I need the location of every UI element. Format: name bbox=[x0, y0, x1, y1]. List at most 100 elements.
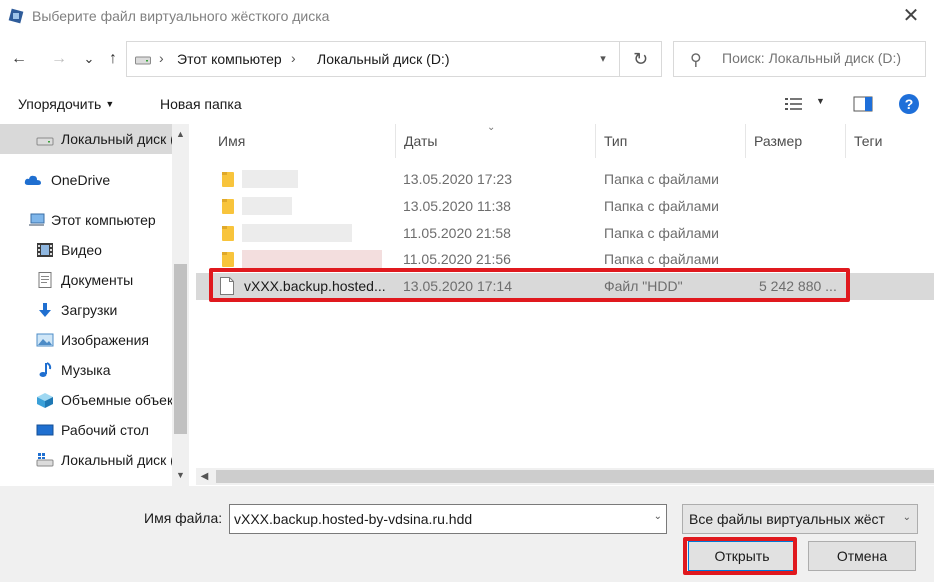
title-bar: Выберите файл виртуального жёсткого диск… bbox=[0, 0, 934, 34]
window-title: Выберите файл виртуального жёсткого диск… bbox=[32, 8, 330, 24]
3d-objects-icon bbox=[37, 393, 53, 408]
blurred-folder-name bbox=[242, 224, 352, 242]
sidebar-item-pictures[interactable]: Изображения bbox=[0, 325, 172, 355]
breadcrumb-this-pc[interactable]: Этот компьютер bbox=[177, 51, 282, 67]
file-type-select[interactable]: Все файлы виртуальных жёстких дисков ⌄ bbox=[682, 504, 918, 534]
search-input[interactable] bbox=[722, 50, 922, 66]
search-box[interactable]: ⚲ bbox=[673, 41, 926, 77]
sidebar-item-label: Документы bbox=[61, 272, 134, 288]
virtualbox-app-icon bbox=[8, 8, 24, 24]
sidebar-item-label: Видео bbox=[61, 242, 102, 258]
file-list: Имя Даты ⌄ Тип Размер Теги 13.05.2020 17… bbox=[196, 122, 934, 486]
view-options-icon[interactable] bbox=[784, 96, 804, 112]
navigation-pane: Локальный диск (D:) OneDrive Этот компью… bbox=[0, 124, 190, 486]
blurred-folder-name bbox=[242, 197, 292, 215]
table-row[interactable]: 13.05.2020 11:38 Папка с файлами bbox=[196, 193, 934, 220]
blurred-folder-name bbox=[242, 170, 298, 188]
sort-chevron-icon: ⌄ bbox=[487, 122, 496, 133]
command-toolbar: Упорядочить ▼ Новая папка ▼ bbox=[0, 86, 934, 124]
video-icon bbox=[37, 243, 53, 257]
onedrive-cloud-icon bbox=[24, 175, 41, 185]
scroll-up-arrow-icon[interactable]: ▲ bbox=[172, 126, 189, 143]
recent-locations-chevron-icon[interactable]: ⌄ bbox=[78, 48, 100, 70]
refresh-icon[interactable]: ↻ bbox=[619, 42, 661, 76]
sidebar-item-this-pc[interactable]: Этот компьютер bbox=[0, 205, 172, 235]
chevron-down-icon: ⌄ bbox=[902, 512, 911, 523]
address-dropdown-chevron-icon[interactable]: ▾ bbox=[589, 42, 617, 76]
sidebar-scrollbar[interactable]: ▲ ▼ bbox=[172, 124, 189, 486]
chevron-down-icon: ▼ bbox=[105, 99, 115, 109]
navigation-bar: ← → ⌄ ↑ › Этот компьютер › Локальный дис… bbox=[0, 40, 934, 80]
documents-icon bbox=[38, 272, 52, 288]
organize-button[interactable]: Упорядочить ▼ bbox=[18, 96, 114, 112]
filename-input[interactable] bbox=[234, 511, 634, 527]
horizontal-scrollbar[interactable]: ◀ bbox=[196, 468, 934, 485]
cancel-button[interactable]: Отмена bbox=[808, 541, 916, 571]
drive-icon bbox=[36, 137, 54, 146]
filename-combobox[interactable]: ⌄ bbox=[229, 504, 667, 534]
horizontal-scrollbar-thumb[interactable] bbox=[216, 470, 934, 483]
file-type: Папка с файлами bbox=[604, 171, 719, 187]
scroll-down-arrow-icon[interactable]: ▼ bbox=[172, 467, 189, 484]
sidebar-item-label: Локальный диск (C:) bbox=[61, 452, 172, 468]
drive-icon bbox=[135, 56, 151, 65]
sidebar-item-music[interactable]: Музыка bbox=[0, 355, 172, 385]
computer-icon bbox=[29, 213, 45, 226]
sidebar-item-local-disk-c[interactable]: Локальный диск (C:) bbox=[0, 445, 172, 475]
sidebar-item-downloads[interactable]: Загрузки bbox=[0, 295, 172, 325]
sidebar-item-documents[interactable]: Документы bbox=[0, 265, 172, 295]
sidebar-item-label: Загрузки bbox=[61, 302, 118, 318]
column-header-size[interactable]: Размер bbox=[746, 124, 846, 158]
sidebar-item-desktop[interactable]: Рабочий стол bbox=[0, 415, 172, 445]
column-header-tags[interactable]: Теги bbox=[846, 124, 934, 158]
breadcrumb-local-disk-d[interactable]: Локальный диск (D:) bbox=[317, 51, 450, 67]
back-arrow-icon[interactable]: ← bbox=[8, 48, 30, 70]
table-row[interactable]: 13.05.2020 17:23 Папка с файлами bbox=[196, 166, 934, 193]
address-bar[interactable]: › Этот компьютер › Локальный диск (D:) ▾… bbox=[126, 41, 662, 77]
column-header-type[interactable]: Тип bbox=[596, 124, 746, 158]
preview-pane-icon[interactable] bbox=[853, 96, 873, 112]
view-options-chevron-icon[interactable]: ▼ bbox=[816, 96, 825, 106]
search-icon: ⚲ bbox=[690, 52, 702, 69]
blurred-folder-name bbox=[242, 250, 382, 268]
column-header-name[interactable]: Имя bbox=[210, 124, 396, 158]
sidebar-item-label: OneDrive bbox=[51, 172, 111, 188]
sidebar-item-label: Музыка bbox=[61, 362, 111, 378]
file-date: 13.05.2020 17:23 bbox=[403, 171, 512, 187]
highlight-box-selected-file bbox=[209, 268, 850, 302]
sidebar-item-label: Объемные объекты bbox=[61, 392, 172, 408]
file-date: 11.05.2020 21:56 bbox=[403, 251, 511, 267]
folder-icon bbox=[222, 199, 234, 214]
scroll-left-arrow-icon[interactable]: ◀ bbox=[196, 468, 213, 485]
file-type-select-value: Все файлы виртуальных жёстких дисков bbox=[689, 511, 885, 527]
file-type: Папка с файлами bbox=[604, 198, 719, 214]
sidebar-item-label: Изображения bbox=[61, 332, 149, 348]
new-folder-button[interactable]: Новая папка bbox=[160, 96, 242, 112]
column-header-row: Имя Даты ⌄ Тип Размер Теги bbox=[196, 122, 934, 158]
up-arrow-icon[interactable]: ↑ bbox=[102, 48, 124, 70]
sidebar-item-3d-objects[interactable]: Объемные объекты bbox=[0, 385, 172, 415]
chevron-down-icon[interactable]: ⌄ bbox=[654, 511, 662, 522]
file-type: Папка с файлами bbox=[604, 251, 719, 267]
folder-icon bbox=[222, 252, 234, 267]
sidebar-item-local-disk-d[interactable]: Локальный диск (D:) bbox=[0, 124, 172, 154]
forward-arrow-icon[interactable]: → bbox=[48, 48, 70, 70]
breadcrumb-separator: › bbox=[159, 50, 164, 66]
organize-label: Упорядочить bbox=[18, 96, 102, 112]
file-type: Папка с файлами bbox=[604, 225, 719, 241]
music-icon bbox=[39, 362, 52, 377]
downloads-icon bbox=[39, 303, 51, 317]
help-icon[interactable]: ? bbox=[899, 94, 919, 114]
desktop-icon bbox=[36, 424, 54, 436]
close-icon[interactable]: ✕ bbox=[898, 4, 924, 30]
highlight-box-open-button bbox=[683, 537, 797, 575]
folder-icon bbox=[222, 226, 234, 241]
column-header-date[interactable]: Даты bbox=[396, 124, 596, 158]
table-row[interactable]: 11.05.2020 21:58 Папка с файлами bbox=[196, 220, 934, 247]
sidebar-item-label: Рабочий стол bbox=[61, 422, 149, 438]
pictures-icon bbox=[36, 333, 54, 347]
sidebar-item-video[interactable]: Видео bbox=[0, 235, 172, 265]
windows-drive-icon bbox=[36, 453, 54, 467]
sidebar-item-onedrive[interactable]: OneDrive bbox=[0, 165, 172, 195]
sidebar-scrollbar-thumb[interactable] bbox=[174, 264, 187, 434]
